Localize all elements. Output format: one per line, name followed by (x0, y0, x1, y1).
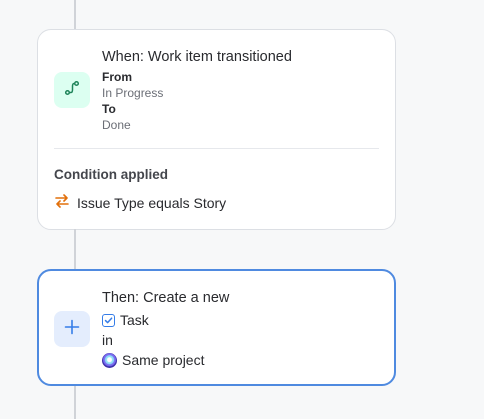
rule-flow-canvas: When: Work item transitioned From In Pro… (0, 0, 484, 419)
action-title: Then: Create a new (102, 290, 230, 306)
action-icon-tile (54, 311, 90, 347)
trigger-card[interactable]: When: Work item transitioned From In Pro… (37, 29, 396, 230)
plus-icon (64, 319, 80, 340)
work-type-label: Task (120, 312, 149, 328)
project-avatar-icon (102, 352, 117, 368)
condition-text: Issue Type equals Story (77, 194, 227, 211)
project-label: Same project (122, 352, 205, 368)
condition-heading: Condition applied (54, 167, 168, 182)
condition-row[interactable]: Issue Type equals Story (54, 194, 226, 211)
trigger-icon-tile (54, 72, 90, 108)
task-checkbox-icon (102, 313, 115, 327)
connector-word: in (102, 332, 113, 348)
trigger-divider (54, 148, 379, 149)
flow-connector-top (74, 0, 76, 30)
swap-arrows-icon (54, 194, 70, 211)
connector-word-line: in (102, 330, 204, 350)
project-line: Same project (102, 350, 204, 370)
action-details: Task in Same project (102, 310, 204, 370)
transition-details: From In Progress To Done (102, 69, 163, 133)
flow-connector-bottom (74, 386, 76, 419)
from-label: From (102, 70, 132, 84)
from-status: In Progress (102, 86, 164, 100)
trigger-title: When: Work item transitioned (102, 49, 292, 65)
transition-icon (63, 79, 81, 102)
flow-connector-middle (74, 229, 76, 271)
to-status: Done (102, 118, 131, 132)
to-label: To (102, 102, 116, 116)
work-type-line: Task (102, 310, 204, 330)
action-card[interactable]: Then: Create a new Task in Same project (37, 269, 396, 386)
